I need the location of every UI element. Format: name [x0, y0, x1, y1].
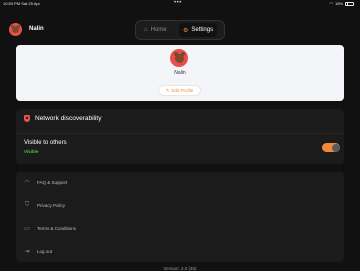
tab-settings-label: Settings [191, 27, 214, 33]
home-icon: ⌂ [144, 27, 148, 33]
visible-label: Visible to others [24, 140, 67, 146]
version-text: Version: 2.0 (45) [163, 266, 197, 271]
log-out-label: Log out [37, 249, 53, 254]
battery-icon [345, 1, 354, 6]
headphones-icon: ◠ [24, 180, 30, 186]
wifi-icon: ◠ [329, 1, 333, 6]
privacy-policy-label: Privacy Policy [37, 203, 66, 208]
privacy-policy-link[interactable]: ⛉ Privacy Policy [24, 201, 65, 210]
status-bar: 10:59 PM Sat 25 Apr ••• ◠ 18% [0, 0, 360, 8]
gear-icon: ⚙ [183, 27, 189, 34]
faq-support-link[interactable]: ◠ FAQ & Support [24, 178, 67, 187]
pencil-icon: ✎ [165, 87, 170, 93]
status-right: ◠ 18% [329, 1, 354, 6]
shield-outline-icon: ⛉ [24, 202, 30, 208]
profile-avatar[interactable] [170, 49, 188, 67]
tab-home[interactable]: ⌂ Home [140, 23, 171, 37]
terms-conditions-label: Terms & Conditions [37, 226, 77, 231]
header-user-name: Nalin [29, 26, 44, 32]
tab-bar: ⌂ Home ⚙ Settings [135, 20, 225, 40]
edit-profile-button[interactable]: ✎ Edit Profile [158, 85, 201, 96]
network-title: Network discoverability [35, 115, 102, 122]
faq-support-label: FAQ & Support [37, 180, 68, 185]
status-time: 10:59 PM Sat 25 Apr [3, 1, 40, 6]
document-icon: ▭ [24, 226, 30, 232]
logout-icon: ⇥ [24, 249, 30, 255]
divider [16, 133, 344, 134]
tab-home-label: Home [150, 27, 167, 33]
user-avatar[interactable] [9, 23, 22, 36]
profile-name: Nalin [174, 70, 186, 76]
log-out-link[interactable]: ⇥ Log out [24, 247, 52, 256]
shield-icon [24, 115, 30, 122]
network-title-row: Network discoverability [24, 115, 101, 122]
visible-status: Visible [24, 149, 39, 154]
tab-settings[interactable]: ⚙ Settings [179, 23, 218, 37]
bear-avatar-icon [173, 51, 185, 63]
bear-avatar-icon [11, 24, 20, 33]
battery-percent: 18% [334, 1, 343, 6]
terms-conditions-link[interactable]: ▭ Terms & Conditions [24, 224, 76, 233]
edit-profile-label: Edit Profile [171, 88, 194, 93]
visibility-toggle[interactable] [322, 143, 340, 152]
multitasking-dots-icon[interactable]: ••• [174, 0, 182, 6]
